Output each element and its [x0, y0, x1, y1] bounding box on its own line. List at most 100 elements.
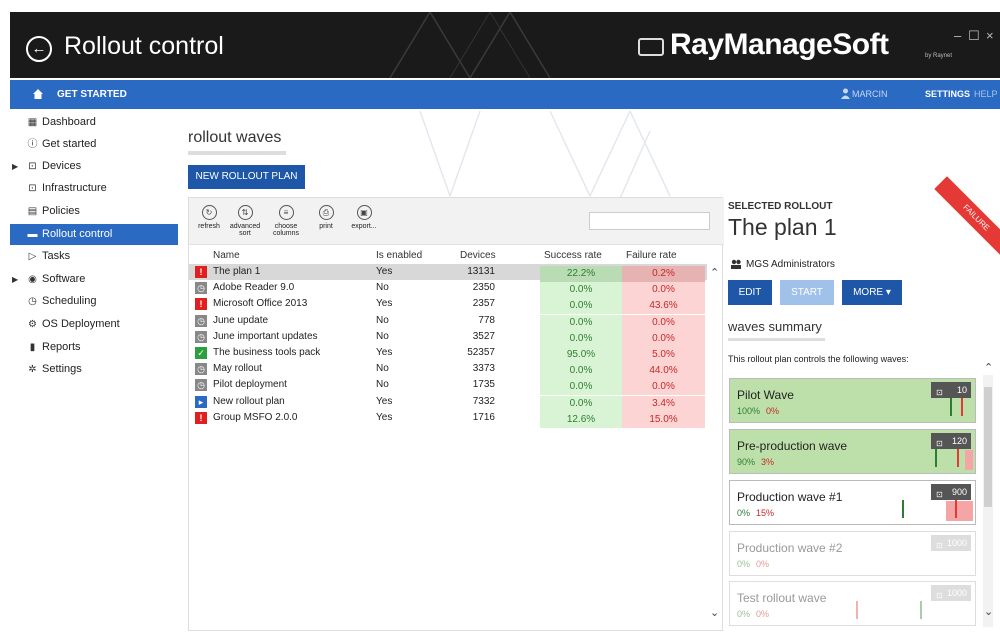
policies-icon: ▤ [27, 206, 38, 217]
toolbar-choose-columns-button[interactable]: ≡ choose columns [268, 205, 304, 237]
sidebar-item-settings[interactable]: ✲ Settings [10, 359, 178, 380]
new-rollout-plan-button[interactable]: NEW ROLLOUT PLAN [188, 165, 305, 189]
more-button[interactable]: MORE ▾ [842, 280, 902, 305]
wave-device-count: 10 [956, 385, 967, 395]
sidebar-item-policies[interactable]: ▤ Policies [10, 201, 178, 222]
sidebar-item-reports[interactable]: ▮ Reports [10, 337, 178, 358]
wave-device-count-badge: ⊡ 1000 [931, 535, 971, 551]
sidebar-item-label: Get started [42, 138, 97, 150]
column-header-is-enabled[interactable]: Is enabled [376, 250, 422, 261]
wave-failure-rate: 15% [756, 508, 775, 518]
table-row[interactable]: ◷ June update No 778 0.0% 0.0% [189, 313, 707, 331]
sidebar-item-software[interactable]: ▶ ◉ Software [10, 269, 178, 290]
wave-rates: 0% 0% [737, 609, 769, 619]
infrastructure-icon: ⊡ [28, 183, 37, 194]
title-bar: ← Rollout control RayManageSoft by Rayne… [10, 12, 1000, 78]
grid-scroll-up-icon[interactable]: ⌃ [710, 266, 719, 279]
table-row[interactable]: ! Group MSFO 2.0.0 Yes 1716 12.6% 15.0% [189, 410, 707, 428]
refresh-icon: ↻ [201, 205, 217, 220]
row-devices: 13131 [467, 266, 495, 277]
home-icon[interactable] [32, 88, 44, 100]
status-red-icon: ! [195, 298, 207, 311]
sidebar-item-label: OS Deployment [42, 318, 120, 330]
sidebar-item-label: Policies [42, 205, 80, 217]
row-success-rate: 12.6% [540, 411, 622, 428]
column-header-name[interactable]: Name [213, 250, 240, 261]
wave-card[interactable]: Production wave #2 0% 0% ⊡ 1000 [729, 531, 976, 576]
settings-link[interactable]: SETTINGS [925, 89, 970, 99]
detail-panel: SELECTED ROLLOUT The plan 1 FAILURE MGS … [728, 176, 1000, 633]
table-row[interactable]: ◷ May rollout No 3373 0.0% 44.0% [189, 361, 707, 380]
wave-card[interactable]: Production wave #1 0% 15% ⊡ 900 [729, 480, 976, 525]
table-row[interactable]: ✓ The business tools pack Yes 52357 95.0% 5.0… [189, 345, 707, 363]
sidebar-item-devices[interactable]: ▶ ⊡ Devices [10, 156, 178, 177]
help-link[interactable]: HELP [974, 89, 998, 99]
wave-card[interactable]: Test rollout wave 0% 0% ⊡ 1000 [729, 581, 976, 626]
sidebar-item-scheduling[interactable]: ◷ Scheduling [10, 291, 178, 312]
page-title: rollout waves [188, 129, 282, 146]
maximize-button[interactable]: ☐ [968, 28, 980, 44]
column-header-devices[interactable]: Devices [460, 250, 496, 261]
row-enabled: No [376, 379, 389, 391]
sidebar-item-dashboard[interactable]: ▦ Dashboard [10, 112, 178, 133]
get-started-link[interactable]: GET STARTED [57, 89, 127, 100]
wave-device-count-badge: ⊡ 10 [931, 382, 971, 398]
sidebar-item-tasks[interactable]: ▷ Tasks [10, 246, 178, 267]
toolbar-print-button[interactable]: ⎙ print [308, 205, 344, 230]
table-row[interactable]: ◷ Adobe Reader 9.0 No 2350 0.0% 0.0% [189, 280, 707, 299]
expand-arrow-icon[interactable]: ▶ [12, 156, 18, 177]
toolbar-label: advanced sort [229, 223, 261, 237]
toolbar-export-button[interactable]: ▣ export... [346, 205, 382, 230]
row-devices: 2350 [472, 282, 495, 294]
wave-failure-rate: 3% [761, 457, 775, 467]
row-name: The plan 1 [213, 266, 261, 277]
wave-card[interactable]: Pilot Wave 100% 0% ⊡ 10 [729, 378, 976, 423]
wave-failure-bar [946, 501, 973, 521]
waves-scrollbar[interactable] [983, 375, 993, 627]
columns-icon: ≡ [278, 205, 294, 220]
edit-button[interactable]: EDIT [728, 280, 772, 305]
table-row[interactable]: ◷ June important updates No 3527 0.0% 0.0% [189, 329, 707, 347]
grid-header: Name Is enabled Devices Success rate Failure… [189, 248, 707, 263]
user-link[interactable]: MARCIN [852, 89, 888, 99]
app-title: Rollout control [64, 32, 224, 60]
failure-marker [955, 500, 957, 518]
waves-scroll-thumb[interactable] [984, 387, 992, 507]
sidebar-item-label: Devices [42, 160, 82, 172]
more-label: MORE [853, 287, 884, 298]
table-row[interactable]: ◷ Pilot deployment No 1735 0.0% 0.0% [189, 377, 707, 396]
wave-card[interactable]: Pre-production wave 90% 3% ⊡ 120 [729, 429, 976, 474]
owner-group: MGS Administrators [746, 259, 835, 270]
expand-arrow-icon[interactable]: ▶ [12, 269, 18, 290]
table-row[interactable]: ! Microsoft Office 2013 Yes 2357 0.0% 43.6% [189, 296, 707, 315]
grid-scroll-down-icon[interactable]: ⌄ [710, 606, 719, 619]
table-row[interactable]: ▸ New rollout plan Yes 7332 0.0% 3.4% [189, 394, 707, 412]
sidebar-item-rollout-control[interactable]: ▬ Rollout control [10, 224, 178, 245]
row-enabled: Yes [376, 266, 393, 277]
waves-scroll-down-icon[interactable]: ⌄ [984, 605, 993, 618]
success-marker [950, 398, 952, 416]
sidebar-item-get-started[interactable]: ⓘ Get started [10, 134, 178, 155]
start-button[interactable]: START [780, 280, 834, 305]
close-button[interactable]: × [986, 28, 994, 43]
table-row[interactable]: ! The plan 1 Yes 13131 22.2% 0.2% [189, 264, 707, 282]
minimize-button[interactable]: – [954, 28, 961, 43]
row-enabled: Yes [376, 298, 393, 310]
back-button[interactable]: ← [26, 36, 52, 62]
sidebar-item-infrastructure[interactable]: ⊡ Infrastructure [10, 178, 178, 199]
sidebar-item-os-deployment[interactable]: ⚙ OS Deployment [10, 314, 178, 335]
wave-failure-rate: 0% [766, 406, 780, 416]
column-header-failure-rate[interactable]: Failure rate [626, 250, 677, 261]
toolbar-refresh-button[interactable]: ↻ refresh [191, 205, 227, 230]
toolbar-advanced-sort-button[interactable]: ⇅ advanced sort [227, 205, 263, 237]
waves-scroll-up-icon[interactable]: ⌃ [984, 361, 993, 374]
wave-failure-rate: 0% [756, 609, 770, 619]
row-enabled: No [376, 363, 389, 375]
column-header-success-rate[interactable]: Success rate [544, 250, 602, 261]
tasks-icon: ▷ [28, 251, 37, 262]
status-gray-icon: ◷ [195, 379, 207, 392]
brand-logo-icon [638, 38, 664, 56]
search-input[interactable] [589, 212, 710, 230]
clock-icon: ◷ [28, 296, 37, 307]
status-gray-icon: ◷ [195, 314, 207, 327]
